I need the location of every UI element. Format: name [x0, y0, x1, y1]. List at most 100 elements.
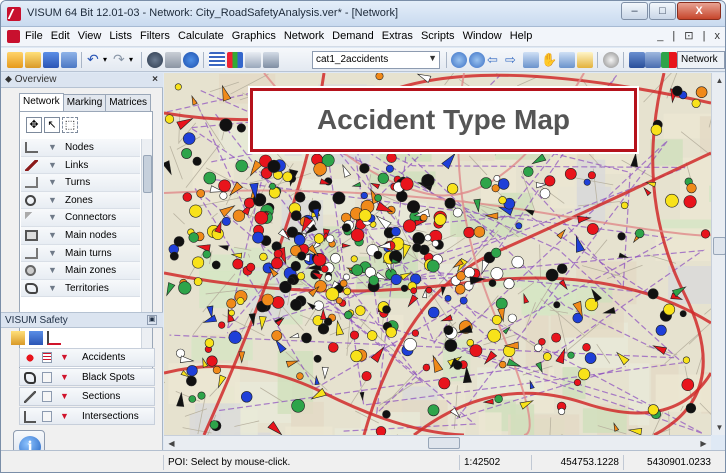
accident-marker[interactable]	[203, 171, 217, 185]
accident-marker[interactable]	[192, 156, 202, 166]
accident-marker[interactable]	[361, 371, 372, 382]
scroll-right-icon[interactable]: ▶	[697, 437, 710, 450]
accident-marker[interactable]	[189, 204, 203, 218]
list-icon[interactable]	[42, 391, 52, 402]
accident-marker[interactable]	[228, 309, 235, 317]
accident-marker[interactable]	[444, 339, 458, 352]
menu-filters[interactable]: Filters	[140, 30, 170, 42]
accident-marker[interactable]	[374, 194, 382, 202]
scrollbar-thumb[interactable]	[713, 237, 725, 255]
accident-marker[interactable]	[218, 321, 226, 329]
accident-marker[interactable]	[176, 348, 185, 358]
overview-close-icon[interactable]: ×	[152, 74, 158, 85]
graphic-parameters-icon[interactable]	[227, 52, 243, 68]
accident-marker[interactable]	[422, 363, 431, 372]
accident-marker[interactable]	[269, 182, 276, 190]
accident-marker[interactable]	[487, 328, 502, 343]
layer-item-main-turns[interactable]: ▼ Main turns	[21, 244, 140, 263]
accident-marker[interactable]	[503, 278, 515, 290]
accident-marker[interactable]	[236, 123, 246, 133]
accident-marker[interactable]	[373, 250, 383, 260]
menu-file[interactable]: File	[25, 30, 43, 42]
filter-icon[interactable]: ▼	[60, 391, 69, 401]
accident-marker[interactable]	[444, 197, 456, 209]
accident-marker[interactable]	[443, 325, 454, 336]
accident-marker[interactable]	[587, 171, 596, 180]
menu-view[interactable]: View	[78, 30, 102, 42]
accident-marker[interactable]	[320, 265, 329, 273]
layer-item-nodes[interactable]: ▼ Nodes	[21, 139, 140, 157]
accident-marker[interactable]	[254, 211, 269, 225]
accident-marker[interactable]	[297, 272, 306, 281]
accident-marker[interactable]	[665, 193, 679, 208]
accident-marker[interactable]	[691, 98, 701, 108]
accident-marker[interactable]	[453, 360, 463, 370]
edit-icon[interactable]	[577, 52, 593, 68]
accident-marker[interactable]	[178, 281, 192, 295]
accident-marker[interactable]	[173, 236, 185, 247]
accident-marker[interactable]	[407, 200, 421, 214]
accident-marker[interactable]	[466, 339, 474, 347]
accident-marker[interactable]	[647, 404, 659, 416]
list-icon[interactable]	[209, 52, 225, 68]
accident-marker[interactable]	[425, 286, 433, 294]
accident-marker[interactable]	[507, 313, 517, 323]
accident-marker[interactable]	[544, 175, 556, 187]
filter-icon[interactable]: ▼	[60, 411, 69, 421]
safety-item-accidents[interactable]: ▼ Accidents	[19, 348, 155, 367]
accident-marker[interactable]	[573, 378, 582, 387]
accident-marker[interactable]	[424, 234, 432, 242]
network-mode-button[interactable]: Network	[677, 51, 725, 69]
accident-marker[interactable]	[400, 284, 409, 292]
accident-marker[interactable]	[403, 219, 417, 233]
accident-marker[interactable]	[459, 296, 468, 305]
accident-marker[interactable]	[490, 267, 504, 280]
scroll-down-icon[interactable]: ▼	[713, 421, 725, 434]
graphic-parameter-select[interactable]: cat1_2accidents ▼	[312, 51, 440, 69]
accident-marker[interactable]	[271, 296, 285, 309]
accident-marker[interactable]	[385, 164, 394, 173]
accident-marker[interactable]	[426, 259, 440, 273]
accident-marker[interactable]	[326, 234, 335, 243]
accident-marker[interactable]	[452, 207, 463, 218]
accident-marker[interactable]	[169, 251, 179, 261]
list-icon[interactable]	[42, 371, 52, 383]
accident-marker[interactable]	[567, 351, 575, 359]
filter-icon[interactable]: ▼	[48, 283, 57, 293]
accident-marker[interactable]	[491, 314, 502, 325]
accident-marker[interactable]	[313, 354, 322, 363]
accident-marker[interactable]	[511, 255, 524, 269]
layer-item-turns[interactable]: ▼ Turns	[21, 174, 140, 192]
save-icon[interactable]	[29, 331, 43, 345]
accident-marker[interactable]	[313, 162, 327, 176]
visum-app-icon[interactable]	[7, 7, 21, 21]
document-icon[interactable]	[7, 30, 20, 43]
accident-marker[interactable]	[368, 275, 380, 286]
accident-marker[interactable]	[350, 330, 360, 340]
accident-marker[interactable]	[226, 298, 237, 309]
spatial-selection-icon[interactable]: ⬚	[62, 117, 78, 133]
undo-icon[interactable]: ↶	[87, 52, 103, 68]
accident-marker[interactable]	[196, 189, 206, 198]
accident-marker[interactable]	[421, 173, 435, 188]
overview-pin-icon[interactable]: ⬥	[5, 74, 12, 85]
accident-marker[interactable]	[403, 338, 417, 352]
close-button[interactable]: X	[677, 2, 721, 20]
menu-lists[interactable]: Lists	[109, 30, 132, 42]
filter-icon[interactable]: ▼	[60, 352, 69, 362]
accident-marker[interactable]	[244, 197, 255, 209]
menu-window[interactable]: Window	[463, 30, 502, 42]
menu-help[interactable]: Help	[510, 30, 533, 42]
pan-hand-icon[interactable]: ✋	[541, 52, 557, 68]
accident-marker[interactable]	[290, 261, 301, 272]
mdi-child-controls[interactable]: _ | ⊡ | x	[657, 29, 723, 42]
filter-icon[interactable]: ▼	[60, 372, 69, 382]
filter-icon[interactable]: ▼	[48, 265, 57, 275]
accident-marker[interactable]	[382, 305, 391, 314]
accident-marker[interactable]	[377, 172, 389, 184]
accident-marker[interactable]	[193, 277, 203, 286]
accident-marker[interactable]	[351, 264, 363, 276]
accident-marker[interactable]	[382, 410, 391, 419]
accident-marker[interactable]	[211, 260, 221, 270]
accident-marker[interactable]	[480, 177, 492, 189]
